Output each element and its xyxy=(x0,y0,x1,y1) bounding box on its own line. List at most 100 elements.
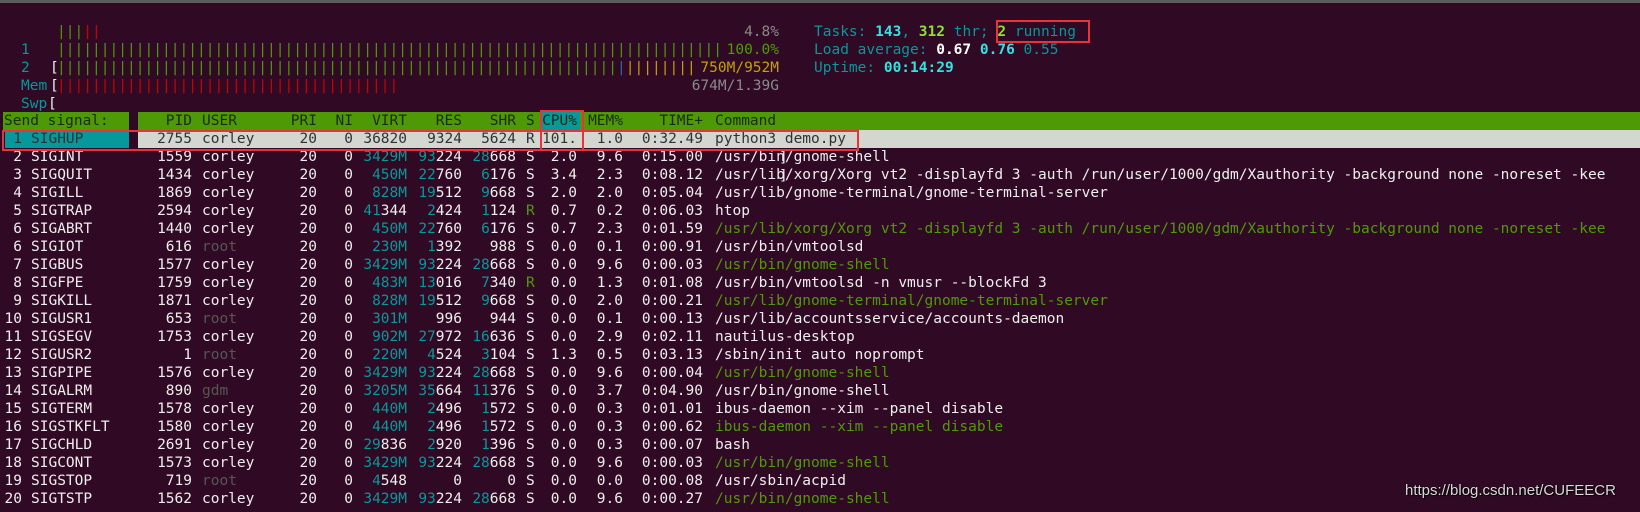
column-mem[interactable]: MEM% xyxy=(588,112,623,130)
signal-number[interactable]: 18 xyxy=(5,454,22,472)
process-shr: 9668 xyxy=(481,292,516,310)
signal-item[interactable]: SIGTRAP xyxy=(31,202,92,220)
column-res[interactable]: RES xyxy=(436,112,462,130)
value-units: 668 xyxy=(489,365,516,381)
process-virt: 3429M xyxy=(363,257,407,273)
column-command[interactable]: Command xyxy=(715,112,776,130)
value-thousands: 93 xyxy=(418,491,436,507)
process-virt: 483M xyxy=(372,275,407,291)
process-cpu-percent: 0.0 xyxy=(550,239,577,255)
signal-item[interactable]: SIGTSTP xyxy=(31,490,92,508)
process-row[interactable]: 6 SIGABRT 1440 corley 20 0 450M 22760 6176 S 0.7 2.… xyxy=(0,220,1640,238)
process-row[interactable]: 10 SIGUSR1 653 root 20 0 301M 996 944 S 0.0 0.1 0:00… xyxy=(0,310,1640,328)
signal-item[interactable]: SIGILL xyxy=(31,184,83,202)
signal-number[interactable]: 15 xyxy=(5,400,22,418)
signal-item[interactable]: SIGUSR1 xyxy=(31,310,92,328)
signal-number[interactable]: 5 xyxy=(13,202,22,220)
signal-number[interactable]: 9 xyxy=(13,292,22,310)
process-row[interactable]: 17 SIGCHLD 2691 corley 20 0 29836 2920 1396 S 0.0 0… xyxy=(0,436,1640,454)
process-res: 35664 xyxy=(418,382,462,400)
process-row[interactable]: 13 SIGPIPE 1576 corley 20 0 3429M 93224 28668 S 0.… xyxy=(0,364,1640,382)
signal-item[interactable]: SIGSTKFLT xyxy=(31,418,110,436)
process-command: ibus-daemon --xim --panel disable xyxy=(715,419,1004,435)
signal-number[interactable]: 14 xyxy=(5,382,22,400)
process-row[interactable]: 20 SIGTSTP 1562 corley 20 0 3429M 93224 28668 S 0.… xyxy=(0,490,1640,508)
process-row[interactable]: 16 SIGSTKFLT 1580 corley 20 0 440M 2496 1572 S 0.0… xyxy=(0,418,1640,436)
process-state: S xyxy=(526,293,535,309)
process-nice: 0 xyxy=(344,383,353,399)
signal-item[interactable]: SIGBUS xyxy=(31,256,83,274)
process-row[interactable]: 15 SIGTERM 1578 corley 20 0 440M 2496 1572 S 0.0 0.… xyxy=(0,400,1640,418)
signal-number[interactable]: 4 xyxy=(13,184,22,202)
process-res: 27972 xyxy=(418,328,462,346)
process-row[interactable]: 14 SIGALRM 890 gdm 20 0 3205M 35664 11376 S 0.0 3.7… xyxy=(0,382,1640,400)
process-state: S xyxy=(526,347,535,363)
process-command: nautilus-desktop xyxy=(715,329,855,345)
column-time[interactable]: TIME+ xyxy=(659,112,703,130)
signal-number[interactable]: 10 xyxy=(5,310,22,328)
process-row[interactable]: 8 SIGFPE 1759 corley 20 0 483M 13016 7340 R 0.0 1.3… xyxy=(0,274,1640,292)
signal-item[interactable]: SIGSEGV xyxy=(31,328,92,346)
signal-number[interactable]: 7 xyxy=(13,256,22,274)
process-state: S xyxy=(526,455,535,471)
signal-number[interactable]: 13 xyxy=(5,364,22,382)
signal-number[interactable]: 16 xyxy=(5,418,22,436)
column-pri[interactable]: PRI xyxy=(291,112,317,130)
column-shr[interactable]: SHR xyxy=(490,112,516,130)
process-row[interactable]: 3 SIGQUIT 1434 corley 20 0 450M 22760 6176 S 3.4 2.… xyxy=(0,166,1640,184)
signal-item[interactable]: SIGKILL xyxy=(31,292,92,310)
meter-value: 4.8% xyxy=(744,24,779,40)
signal-item[interactable]: SIGCONT xyxy=(31,454,92,472)
signal-number[interactable]: 12 xyxy=(5,346,22,364)
process-shr: 3104 xyxy=(481,346,516,364)
signal-item[interactable]: SIGTERM xyxy=(31,400,92,418)
signal-number[interactable]: 17 xyxy=(5,436,22,454)
process-res: 19512 xyxy=(418,184,462,202)
process-mem-percent: 0.5 xyxy=(596,347,623,363)
process-nice: 0 xyxy=(344,419,353,435)
value-thousands: 28 xyxy=(472,149,490,165)
signal-item[interactable]: SIGABRT xyxy=(31,220,92,238)
process-row[interactable]: 7 SIGBUS 1577 corley 20 0 3429M 93224 28668 S 0.0 9… xyxy=(0,256,1640,274)
signal-item[interactable]: SIGQUIT xyxy=(31,166,92,184)
process-row[interactable]: 18 SIGCONT 1573 corley 20 0 3429M 93224 28668 S 0.… xyxy=(0,454,1640,472)
process-state: S xyxy=(526,383,535,399)
uptime-value: 00:14:29 xyxy=(883,60,954,76)
column-virt[interactable]: VIRT xyxy=(372,112,407,130)
signal-item[interactable]: SIGCHLD xyxy=(31,436,92,454)
process-cpu-percent: 0.0 xyxy=(550,401,577,417)
signal-item[interactable]: SIGUSR2 xyxy=(31,346,92,364)
signal-number[interactable]: 3 xyxy=(13,166,22,184)
signal-item[interactable]: SIGSTOP xyxy=(31,472,92,490)
process-time: 0:00.62 xyxy=(641,419,703,435)
process-state: S xyxy=(526,329,535,345)
signal-number[interactable]: 19 xyxy=(5,472,22,490)
process-mem-percent: 2.0 xyxy=(596,293,623,309)
signal-number[interactable]: 6 xyxy=(13,238,22,256)
column-user[interactable]: USER xyxy=(202,112,237,130)
process-user: root xyxy=(202,473,237,489)
process-pid: 1871 xyxy=(157,293,192,309)
process-row[interactable]: 12 SIGUSR2 1 root 20 0 220M 4524 3104 S 1.3 0.5 0:03… xyxy=(0,346,1640,364)
signal-number[interactable]: 11 xyxy=(5,328,22,346)
process-row[interactable]: 19 SIGSTOP 719 root 20 0 4548 0 0 S 0.0 0.0 0:00.08/… xyxy=(0,472,1640,490)
column-ni[interactable]: NI xyxy=(336,112,353,130)
signal-item[interactable]: SIGFPE xyxy=(31,274,83,292)
signal-number[interactable]: 8 xyxy=(13,274,22,292)
column-pid[interactable]: PID xyxy=(166,112,192,130)
process-res: 19512 xyxy=(418,292,462,310)
process-res: 0 xyxy=(453,473,462,489)
process-row[interactable]: 11 SIGSEGV 1753 corley 20 0 902M 27972 16636 S 0.0… xyxy=(0,328,1640,346)
process-row[interactable]: 9 SIGKILL 1871 corley 20 0 828M 19512 9668 S 0.0 2.… xyxy=(0,292,1640,310)
value-units: 392 xyxy=(435,239,462,255)
signal-number[interactable]: 20 xyxy=(5,490,22,508)
signal-number[interactable]: 6 xyxy=(13,220,22,238)
column-state[interactable]: S xyxy=(526,112,535,130)
signal-item[interactable]: SIGALRM xyxy=(31,382,92,400)
process-row[interactable]: 4 SIGILL 1869 corley 20 0 828M 19512 9668 S 2.0 2.0… xyxy=(0,184,1640,202)
process-row[interactable]: 5 SIGTRAP 2594 corley 20 0 41344 2424 1124 R 0.7 0.… xyxy=(0,202,1640,220)
signal-item[interactable]: SIGPIPE xyxy=(31,364,92,382)
signal-item[interactable]: SIGIOT xyxy=(31,238,83,256)
process-row[interactable]: 6 SIGIOT 616 root 20 0 230M 1392 988 S 0.0 0.1 0:00.… xyxy=(0,238,1640,256)
process-cpu-percent: 1.3 xyxy=(550,347,577,363)
